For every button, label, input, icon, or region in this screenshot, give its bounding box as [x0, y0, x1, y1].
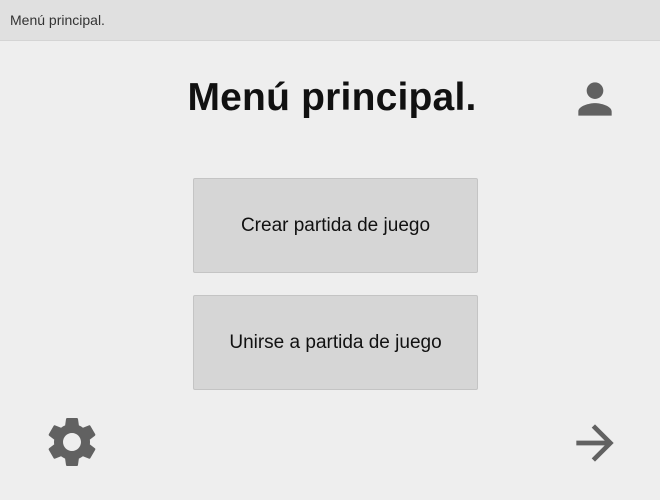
title-bar: Menú principal. — [0, 0, 660, 41]
settings-button[interactable] — [42, 412, 102, 472]
arrow-right-icon — [576, 424, 614, 462]
user-icon — [578, 82, 612, 116]
page-title: Menú principal. — [187, 76, 477, 119]
app-window: Menú principal. Menú principal. Crear pa… — [0, 0, 660, 500]
window-title: Menú principal. — [10, 12, 105, 28]
gear-icon — [48, 418, 96, 466]
next-button[interactable] — [566, 414, 624, 472]
profile-button[interactable] — [566, 70, 624, 128]
create-game-button[interactable]: Crear partida de juego — [193, 178, 478, 273]
join-game-button[interactable]: Unirse a partida de juego — [193, 295, 478, 390]
